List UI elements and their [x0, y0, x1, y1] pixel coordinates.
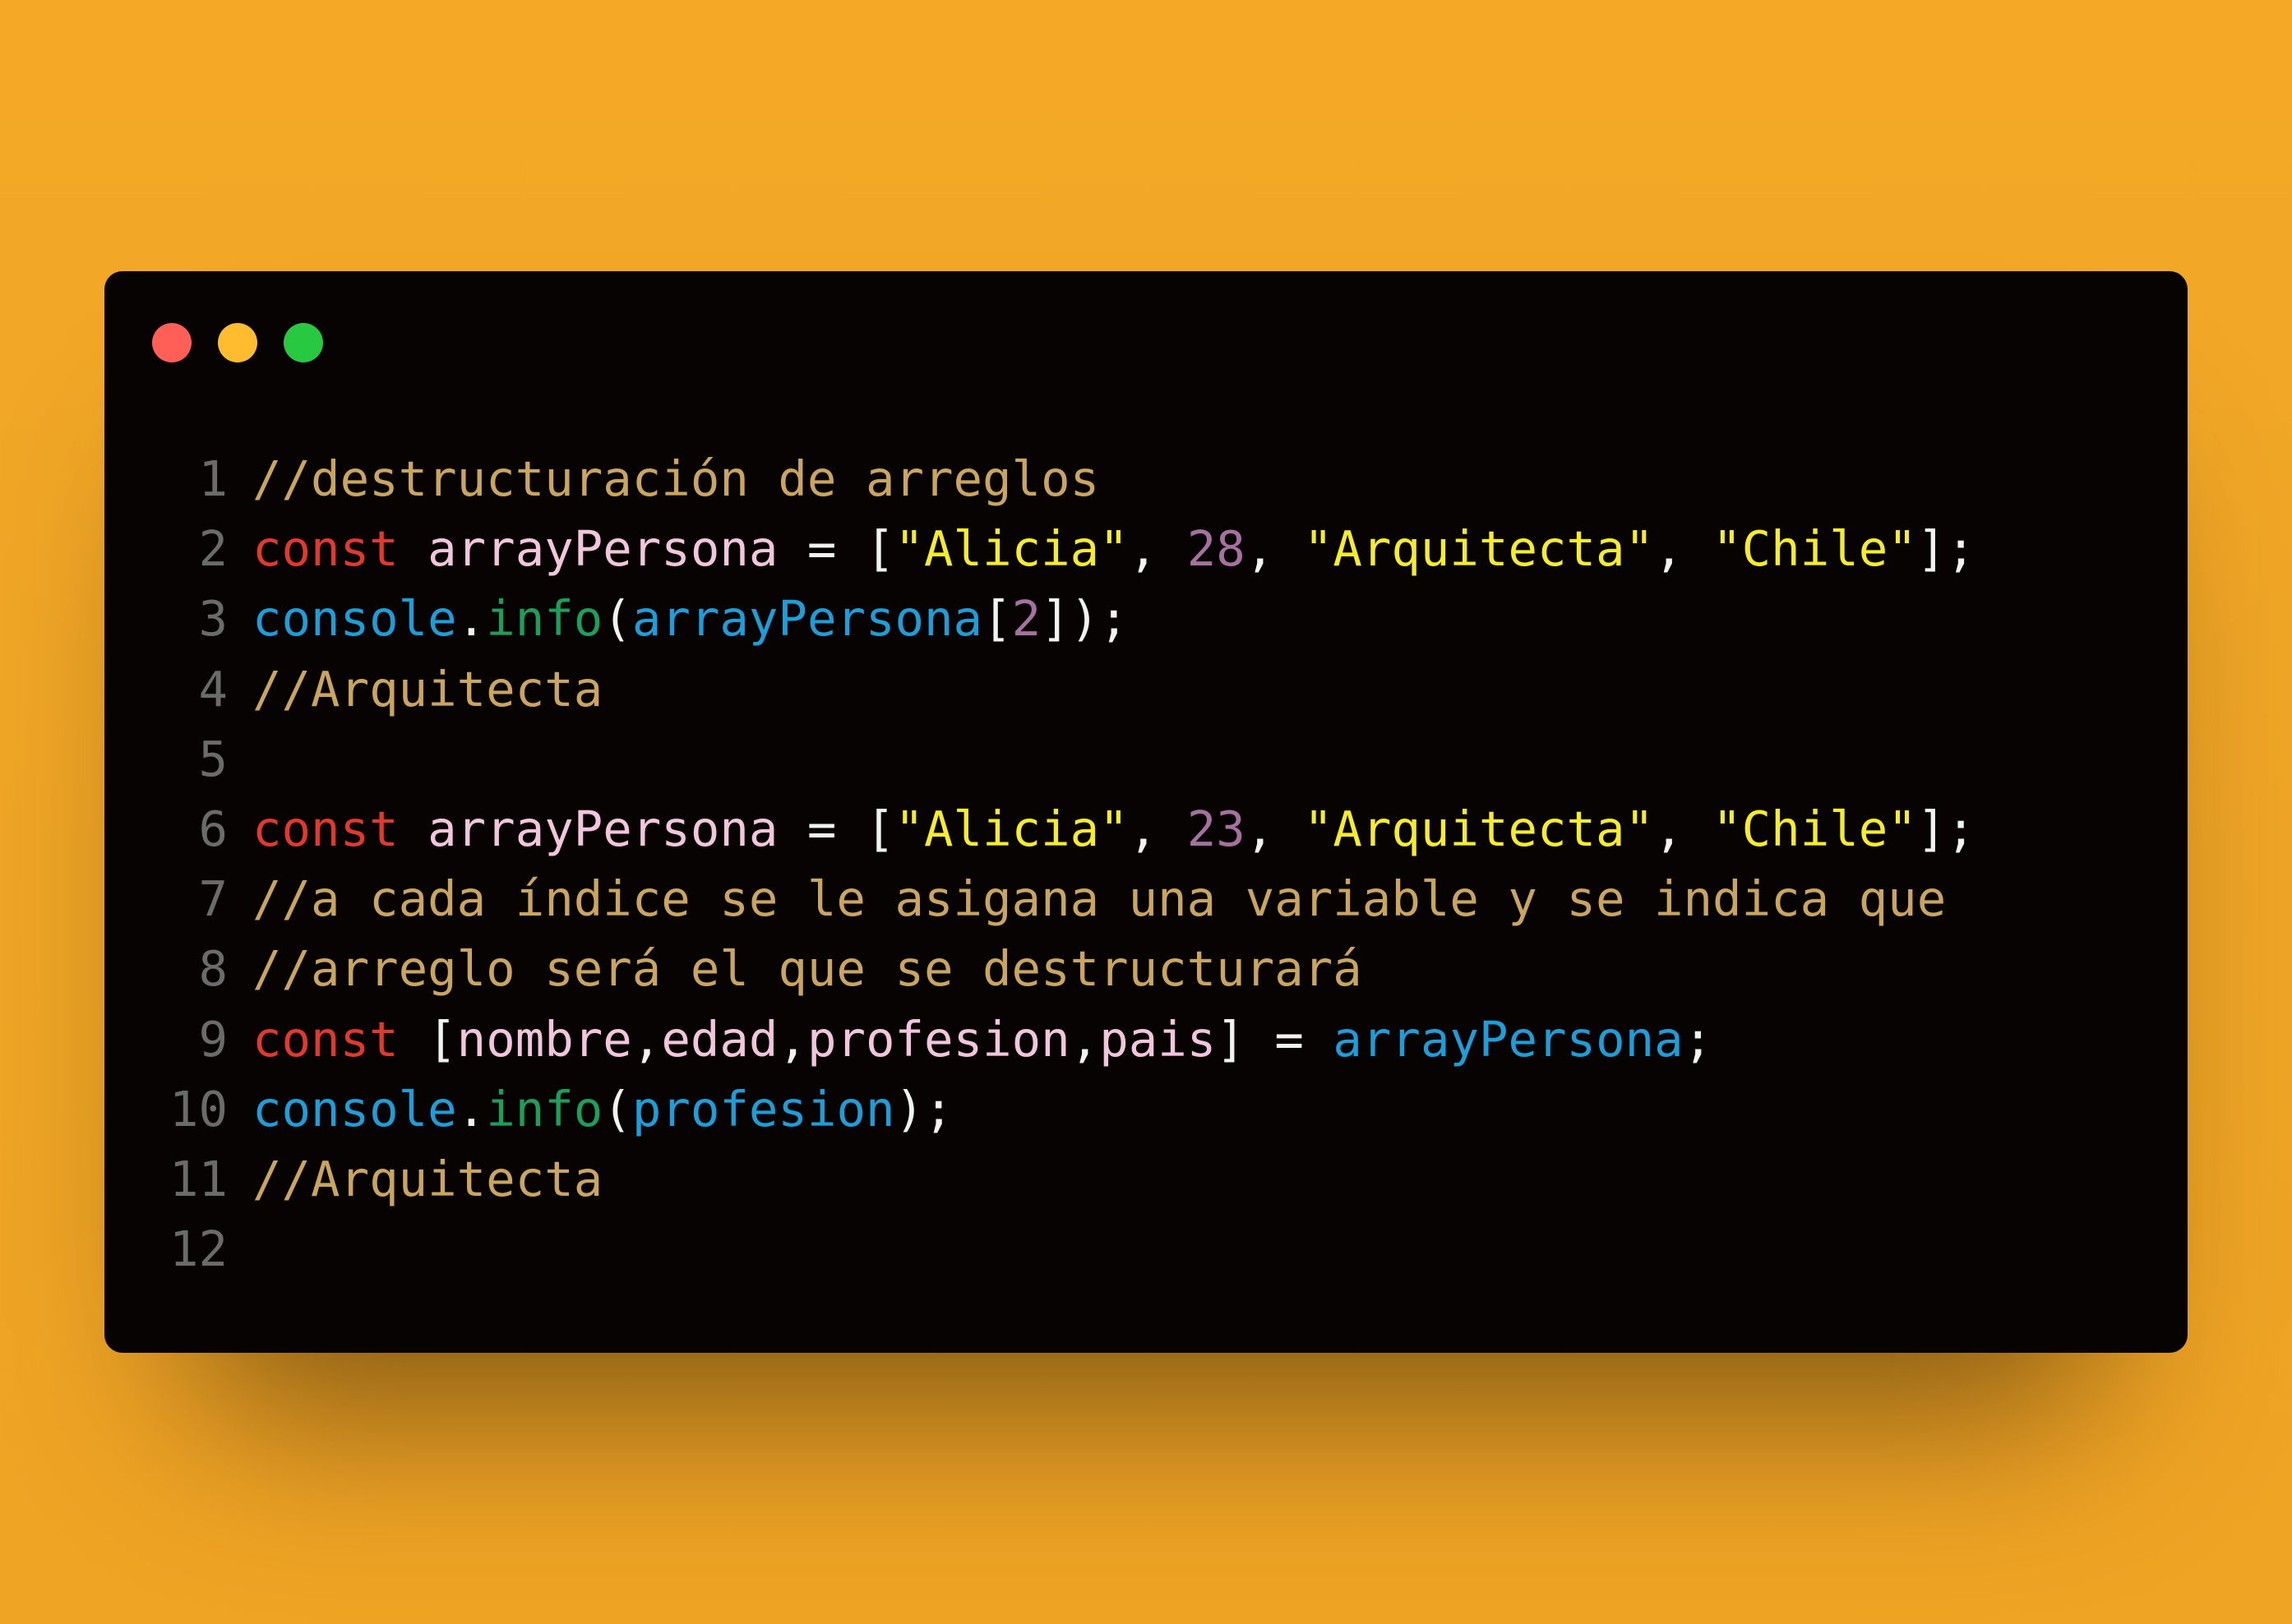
- code-token-string: "Chile": [1712, 800, 1917, 857]
- code-token-punct: ]);: [1041, 590, 1129, 648]
- code-token-keyword: const: [252, 1010, 399, 1068]
- code-token-punct: .: [456, 1080, 487, 1137]
- code-line: 7 //a cada índice se le asigana una varia…: [160, 864, 1975, 934]
- code-token-comment: //arreglo será el que se destructurará: [252, 940, 1362, 998]
- line-number: 4: [198, 660, 228, 717]
- code-line: 1 //destructuración de arreglos: [160, 444, 1975, 514]
- code-token-string: "Chile": [1712, 520, 1917, 578]
- code-token-punct: ,: [1654, 520, 1713, 578]
- line-number: 5: [198, 730, 228, 787]
- code-text: //arreglo será el que se destructurará: [252, 934, 1362, 1003]
- code-token-punct: ] =: [1216, 1010, 1333, 1068]
- code-token-obj: console: [252, 1080, 457, 1137]
- code-text: const [nombre,edad,profesion,pais] = arr…: [252, 1004, 1712, 1074]
- code-token-punct: [: [427, 1010, 457, 1068]
- code-line: 4 //Arquitecta: [160, 654, 1975, 724]
- code-token-string: "Arquitecta": [1303, 520, 1655, 578]
- code-token-comment: //destructuración de arreglos: [252, 450, 1100, 507]
- code-token-comment: //Arquitecta: [252, 660, 603, 717]
- line-number: 2: [198, 520, 228, 578]
- code-token-var: pais: [1099, 1010, 1217, 1068]
- code-token-string: "Alicia": [894, 800, 1129, 857]
- code-line: 6 const arrayPersona = ["Alicia", 23, "Ar…: [160, 794, 1975, 864]
- code-token-op: [399, 520, 428, 577]
- code-token-number: 23: [1186, 800, 1245, 857]
- code-token-fn: info: [486, 1080, 603, 1137]
- close-button[interactable]: [152, 323, 192, 362]
- code-token-punct: [: [865, 800, 895, 857]
- line-number: 3: [198, 590, 228, 648]
- code-token-number: 2: [1011, 590, 1042, 648]
- code-text: //Arquitecta: [252, 1144, 603, 1214]
- code-text: const arrayPersona = ["Alicia", 23, "Arq…: [252, 794, 1975, 864]
- line-number: 1: [198, 450, 228, 507]
- code-token-punct: ,: [1128, 800, 1187, 857]
- code-token-punct: [: [982, 590, 1012, 648]
- code-token-op: =: [778, 800, 866, 857]
- code-text: const arrayPersona = ["Alicia", 28, "Arq…: [252, 514, 1975, 584]
- code-token-op: [399, 1011, 428, 1068]
- code-token-punct: ,: [778, 1010, 807, 1068]
- code-token-var: arrayPersona: [427, 520, 779, 578]
- code-token-punct: ];: [1916, 800, 1975, 857]
- code-token-punct: ,: [1245, 800, 1304, 857]
- maximize-button[interactable]: [284, 323, 323, 362]
- code-token-ident: profesion: [631, 1080, 895, 1137]
- code-token-ident: arrayPersona: [1333, 1010, 1684, 1068]
- code-token-op: [399, 800, 428, 857]
- code-token-var: profesion: [806, 1010, 1070, 1068]
- code-token-punct: );: [894, 1080, 954, 1137]
- line-number: 10: [169, 1080, 228, 1137]
- code-token-var: arrayPersona: [427, 800, 779, 857]
- line-number: 12: [169, 1220, 228, 1278]
- code-token-string: "Arquitecta": [1303, 800, 1655, 857]
- code-token-var: edad: [661, 1010, 779, 1068]
- code-token-fn: info: [486, 590, 603, 648]
- code-token-ident: arrayPersona: [631, 590, 983, 648]
- code-token-punct: ,: [1245, 520, 1304, 578]
- code-token-punct: ,: [1654, 800, 1713, 857]
- code-token-var: nombre: [456, 1010, 632, 1068]
- code-token-string: "Alicia": [894, 520, 1129, 578]
- code-editor[interactable]: 1 //destructuración de arreglos 2 const arr…: [160, 444, 1975, 1284]
- code-token-punct: ,: [631, 1010, 662, 1068]
- code-text: console.info(arrayPersona[2]);: [252, 584, 1129, 653]
- code-token-punct: (: [603, 1080, 632, 1137]
- code-token-keyword: const: [252, 800, 399, 857]
- code-token-punct: ,: [1128, 520, 1187, 578]
- code-token-number: 28: [1186, 520, 1245, 578]
- code-text: //a cada índice se le asigana una variab…: [252, 864, 1946, 934]
- code-line: 8 //arreglo será el que se destructurará: [160, 934, 1975, 1003]
- code-line: 5: [160, 724, 1975, 794]
- code-token-op: =: [778, 520, 866, 578]
- code-token-obj: console: [252, 590, 457, 648]
- code-token-punct: [: [865, 520, 895, 578]
- code-token-punct: ,: [1070, 1010, 1100, 1068]
- code-line: 10 console.info(profesion);: [160, 1074, 1975, 1144]
- code-text: //Arquitecta: [252, 654, 603, 724]
- code-line: 9 const [nombre,edad,profesion,pais] = ar…: [160, 1004, 1975, 1074]
- minimize-button[interactable]: [218, 323, 257, 362]
- line-number: 7: [198, 870, 228, 928]
- code-token-keyword: const: [252, 520, 399, 578]
- code-line: 3 console.info(arrayPersona[2]);: [160, 584, 1975, 653]
- code-token-punct: .: [456, 590, 487, 648]
- code-text: console.info(profesion);: [252, 1074, 954, 1144]
- code-line: 11 //Arquitecta: [160, 1144, 1975, 1214]
- code-token-comment: //a cada índice se le asigana una variab…: [252, 870, 1947, 928]
- code-token-comment: //Arquitecta: [252, 1150, 603, 1207]
- code-text: //destructuración de arreglos: [252, 444, 1099, 514]
- line-number: 11: [169, 1150, 228, 1207]
- code-line: 12: [160, 1214, 1975, 1284]
- code-token-punct: (: [603, 590, 632, 648]
- code-token-punct: ;: [1683, 1010, 1713, 1068]
- window-controls: [152, 323, 323, 362]
- line-number: 6: [198, 800, 228, 857]
- line-number: 8: [198, 940, 228, 998]
- code-token-punct: ];: [1916, 520, 1975, 578]
- code-line: 2 const arrayPersona = ["Alicia", 28, "Ar…: [160, 514, 1975, 584]
- line-number: 9: [198, 1010, 228, 1068]
